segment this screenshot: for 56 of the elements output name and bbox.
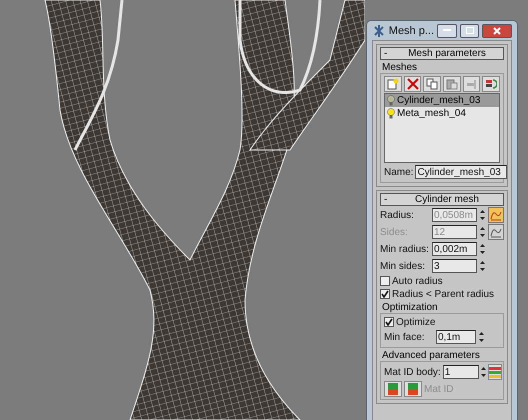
field-label: Min face:	[384, 332, 426, 342]
spinner-arrows-icon[interactable]	[479, 225, 486, 239]
delete-button[interactable]	[404, 76, 422, 92]
rollout-header[interactable]: - Cylinder mesh	[380, 193, 504, 206]
mesh-list-item[interactable]: Meta_mesh_04	[385, 107, 499, 120]
material-button[interactable]	[384, 381, 402, 397]
field-label: Sides:	[380, 226, 409, 238]
mesh-list-item[interactable]: Cylinder_mesh_03	[385, 94, 499, 107]
rollout-header[interactable]: - Mesh parameters	[380, 47, 504, 60]
number-field[interactable]: 1	[442, 365, 479, 379]
checkbox-label: Optimize	[396, 316, 436, 328]
name-label: Name:	[384, 166, 414, 178]
copy-icon	[426, 78, 438, 90]
field-label: Min radius:	[380, 244, 430, 254]
spinner-arrows-icon[interactable]	[479, 242, 486, 256]
field-label: Radius:	[380, 210, 415, 220]
maximize-button[interactable]	[460, 24, 480, 38]
spinner-arrows-icon[interactable]	[478, 330, 485, 344]
window-title: Mesh p...	[388, 24, 434, 36]
refresh-icon	[485, 78, 498, 90]
spinner-arrows-icon[interactable]	[479, 259, 486, 273]
maximize-icon	[466, 27, 474, 34]
spinner-arrows-icon[interactable]	[479, 208, 486, 222]
checkbox[interactable]	[384, 317, 394, 327]
group-title: Optimization	[382, 302, 439, 313]
spinner-arrows-icon[interactable]	[480, 365, 486, 379]
close-icon	[493, 26, 502, 34]
refresh-button[interactable]	[482, 76, 500, 92]
curve-button[interactable]	[488, 207, 504, 223]
number-field[interactable]: 0,1m	[436, 330, 476, 344]
material-button[interactable]	[404, 381, 422, 397]
group-title: Advanced parameters	[382, 350, 481, 361]
field-label: Min sides:	[380, 260, 426, 272]
color-stripes-button[interactable]	[488, 364, 502, 380]
checkbox[interactable]	[380, 289, 390, 299]
number-field[interactable]: 0,002m	[432, 242, 477, 256]
checkbox[interactable]	[380, 276, 390, 286]
paste-button[interactable]	[443, 76, 461, 92]
paste-icon	[446, 78, 458, 90]
new-file-icon	[386, 78, 399, 90]
rename-icon	[466, 78, 478, 90]
checkbox-label: Auto radius	[392, 276, 443, 286]
delete-icon	[406, 78, 418, 90]
group-title: Meshes	[382, 62, 418, 73]
color-stripes-icon	[488, 366, 501, 378]
close-button[interactable]	[482, 24, 512, 38]
name-field[interactable]: Cylinder_mesh_03	[415, 165, 508, 179]
minimize-button[interactable]	[437, 24, 457, 38]
minimize-icon	[442, 29, 451, 32]
app-icon	[372, 24, 386, 38]
new-mesh-button[interactable]	[384, 76, 402, 92]
field-label: Mat ID body:	[384, 366, 441, 378]
number-field[interactable]: 3	[432, 259, 477, 273]
checkbox-label: Radius < Parent radius	[392, 288, 494, 300]
copy-button[interactable]	[423, 76, 442, 92]
mat-id-label: Mat ID	[424, 384, 454, 394]
